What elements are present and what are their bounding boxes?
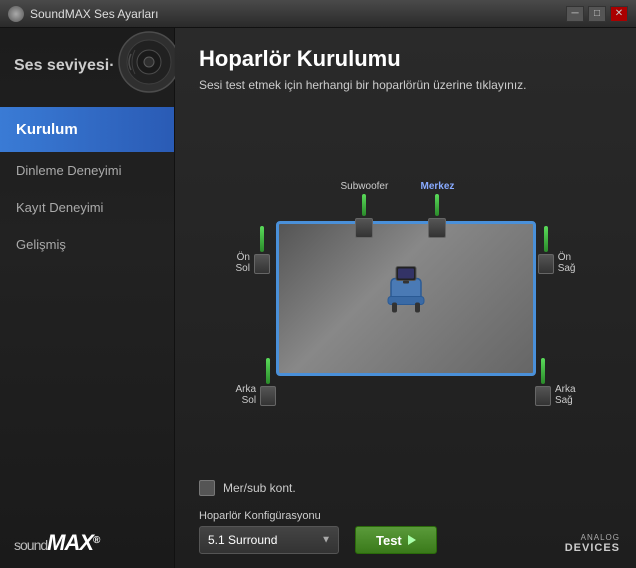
sidebar-nav: Kurulum Dinleme Deneyimi Kayıt Deneyimi … xyxy=(0,107,174,518)
center-label: Merkez xyxy=(421,181,455,192)
mersub-label: Mer/sub kont. xyxy=(223,481,296,495)
test-button-label: Test xyxy=(376,533,402,548)
config-label: Hoparlör Konfigürasyonu xyxy=(199,510,339,522)
page-title: Hoparlör Kurulumu xyxy=(199,46,612,72)
close-button[interactable]: ✕ xyxy=(610,6,628,22)
rear-right-label: ArkaSağ xyxy=(555,384,576,406)
speaker-front-right[interactable]: ÖnSağ xyxy=(538,226,576,274)
test-button[interactable]: Test xyxy=(355,526,437,554)
volume-area: Ses seviyesi· xyxy=(0,28,174,103)
speaker-diagram: Subwoofer Merkez ÖnSol xyxy=(199,106,612,476)
front-right-label: ÖnSağ xyxy=(558,252,576,274)
mersub-checkbox[interactable] xyxy=(199,480,215,496)
app-icon xyxy=(8,6,24,22)
config-select[interactable]: 2.0 Stereo 4.0 Quadraphonic 5.1 Surround… xyxy=(199,526,339,554)
minimize-button[interactable]: ─ xyxy=(566,6,584,22)
floor-platform xyxy=(276,221,536,376)
speaker-front-left[interactable]: ÖnSol xyxy=(236,226,270,274)
titlebar-controls[interactable]: ─ □ ✕ xyxy=(566,6,628,22)
checkbox-area: Mer/sub kont. xyxy=(199,480,612,496)
listening-position xyxy=(376,259,436,324)
sidebar-bottom: soundMAX® xyxy=(0,518,174,568)
center-body xyxy=(428,218,446,238)
config-group: Hoparlör Konfigürasyonu 2.0 Stereo 4.0 Q… xyxy=(199,510,339,554)
nav-item-dinleme[interactable]: Dinleme Deneyimi xyxy=(0,152,174,189)
maximize-button[interactable]: □ xyxy=(588,6,606,22)
sidebar: Ses seviyesi· Kurulum Dinleme Deneyimi K… xyxy=(0,28,175,568)
front-left-bar xyxy=(260,226,264,252)
titlebar-left: SoundMAX Ses Ayarları xyxy=(8,6,159,22)
front-right-bar xyxy=(544,226,548,252)
speaker-rear-right[interactable]: ArkaSağ xyxy=(535,358,576,406)
speaker-icon-large xyxy=(117,30,182,95)
logo-reg: ® xyxy=(93,535,99,546)
chair-svg xyxy=(376,259,436,319)
titlebar: SoundMAX Ses Ayarları ─ □ ✕ xyxy=(0,0,636,28)
app-body: Ses seviyesi· Kurulum Dinleme Deneyimi K… xyxy=(0,28,636,568)
analog-text-line2: DEVICES xyxy=(565,542,620,554)
logo-max: MAX xyxy=(47,530,93,555)
analog-devices-logo: ANALOG DEVICES xyxy=(565,533,620,554)
center-bar xyxy=(435,194,439,216)
front-right-body xyxy=(538,254,554,274)
rear-left-body xyxy=(260,386,276,406)
play-icon xyxy=(408,535,416,545)
nav-item-kurulum[interactable]: Kurulum xyxy=(0,107,174,152)
page-subtitle: Sesi test etmek için herhangi bir hoparl… xyxy=(199,78,612,92)
subwoofer-body xyxy=(355,218,373,238)
volume-label: Ses seviyesi· xyxy=(14,57,115,75)
analog-text-line1: ANALOG xyxy=(581,533,620,542)
soundmax-logo: soundMAX® xyxy=(14,530,99,556)
front-left-label: ÖnSol xyxy=(236,252,250,274)
bottom-controls: Hoparlör Konfigürasyonu 2.0 Stereo 4.0 Q… xyxy=(199,510,612,554)
subwoofer-label: Subwoofer xyxy=(341,181,389,192)
titlebar-title: SoundMAX Ses Ayarları xyxy=(30,7,159,21)
logo-sound: sound xyxy=(14,537,47,553)
nav-item-gelismis[interactable]: Gelişmiş xyxy=(0,226,174,263)
rear-right-bar xyxy=(541,358,545,384)
rear-left-label: ArkaSol xyxy=(236,384,257,406)
room-stage: Subwoofer Merkez ÖnSol xyxy=(236,171,576,411)
nav-item-kayit[interactable]: Kayıt Deneyimi xyxy=(0,189,174,226)
config-select-wrapper: 2.0 Stereo 4.0 Quadraphonic 5.1 Surround… xyxy=(199,526,339,554)
speaker-subwoofer[interactable]: Subwoofer xyxy=(341,181,389,238)
front-left-body xyxy=(254,254,270,274)
rear-left-bar xyxy=(266,358,270,384)
content-area: Hoparlör Kurulumu Sesi test etmek için h… xyxy=(175,28,636,568)
speaker-center[interactable]: Merkez xyxy=(421,181,455,238)
rear-right-body xyxy=(535,386,551,406)
subwoofer-bar xyxy=(362,194,366,216)
speaker-rear-left[interactable]: ArkaSol xyxy=(236,358,277,406)
